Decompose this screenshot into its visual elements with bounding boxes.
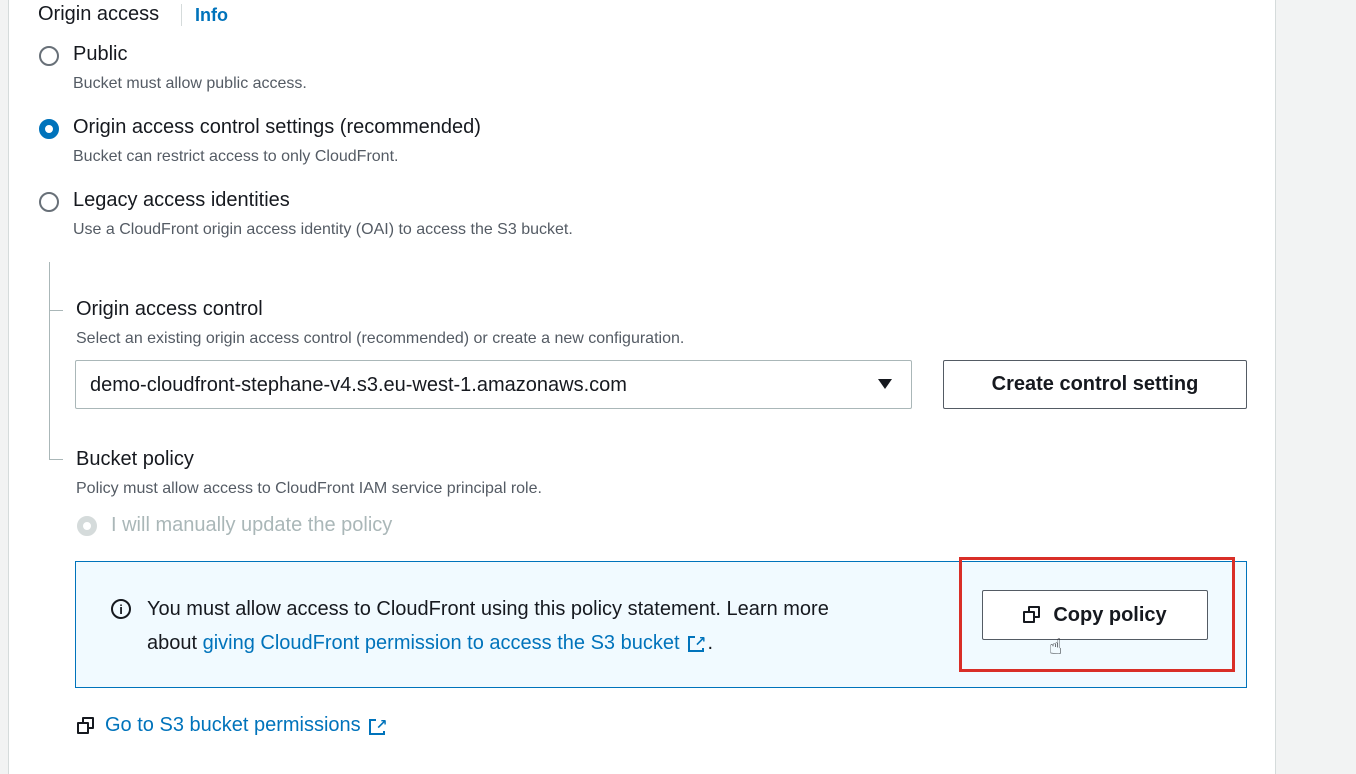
radio-legacy-label[interactable]: Legacy access identities [73, 189, 290, 212]
oac-label: Origin access control [76, 298, 263, 320]
bucket-policy-label: Bucket policy [76, 448, 194, 470]
copy-policy-button[interactable]: Copy policy [982, 590, 1208, 640]
s3-permissions-link-row[interactable]: Go to S3 bucket permissions ↗ [77, 714, 388, 737]
tree-line-vertical [49, 262, 50, 460]
copy-icon [1023, 606, 1041, 624]
radio-legacy-desc: Use a CloudFront origin access identity … [73, 221, 573, 238]
radio-public[interactable] [39, 46, 59, 66]
caret-down-icon [878, 379, 892, 389]
create-control-setting-button[interactable]: Create control setting [943, 360, 1247, 409]
cloudfront-permission-link[interactable]: giving CloudFront permission to access t… [203, 626, 680, 660]
radio-oac-desc: Bucket can restrict access to only Cloud… [73, 148, 399, 165]
alert-message: You must allow access to CloudFront usin… [147, 592, 937, 660]
radio-oac[interactable] [39, 119, 59, 139]
bucket-policy-desc: Policy must allow access to CloudFront I… [76, 480, 542, 497]
alert-line-1: You must allow access to CloudFront usin… [147, 598, 829, 620]
radio-manual-update [77, 516, 97, 536]
alert-period: . [707, 632, 714, 654]
tree-line-branch-oac [49, 310, 63, 311]
origin-access-label: Origin access [38, 3, 160, 25]
radio-legacy[interactable] [39, 192, 59, 212]
hand-cursor-icon: ☝ [1049, 634, 1063, 659]
external-link-icon[interactable]: ↗ [368, 716, 388, 735]
info-link[interactable]: Info [195, 5, 228, 26]
info-icon: i [111, 599, 131, 619]
alert-about-text: about [147, 632, 203, 654]
external-link-icon[interactable]: ↗ [687, 634, 707, 652]
alert-line-2: about giving CloudFront permission to ac… [147, 626, 937, 660]
oac-select-value: demo-cloudfront-stephane-v4.s3.eu-west-1… [90, 374, 627, 396]
right-gutter [1277, 0, 1356, 774]
radio-public-label[interactable]: Public [73, 43, 127, 66]
settings-panel: Origin access Info Public Bucket must al… [8, 0, 1276, 774]
tree-line-branch-policy [49, 459, 63, 460]
radio-oac-label[interactable]: Origin access control settings (recommen… [73, 116, 481, 139]
s3-permissions-link[interactable]: Go to S3 bucket permissions [105, 714, 361, 737]
copy-icon [77, 716, 95, 735]
radio-public-desc: Bucket must allow public access. [73, 75, 307, 92]
radio-manual-update-label: I will manually update the policy [111, 514, 393, 536]
oac-desc: Select an existing origin access control… [76, 330, 685, 347]
header-divider [181, 4, 182, 26]
copy-policy-label: Copy policy [1053, 603, 1167, 626]
oac-select[interactable]: demo-cloudfront-stephane-v4.s3.eu-west-1… [75, 360, 912, 409]
